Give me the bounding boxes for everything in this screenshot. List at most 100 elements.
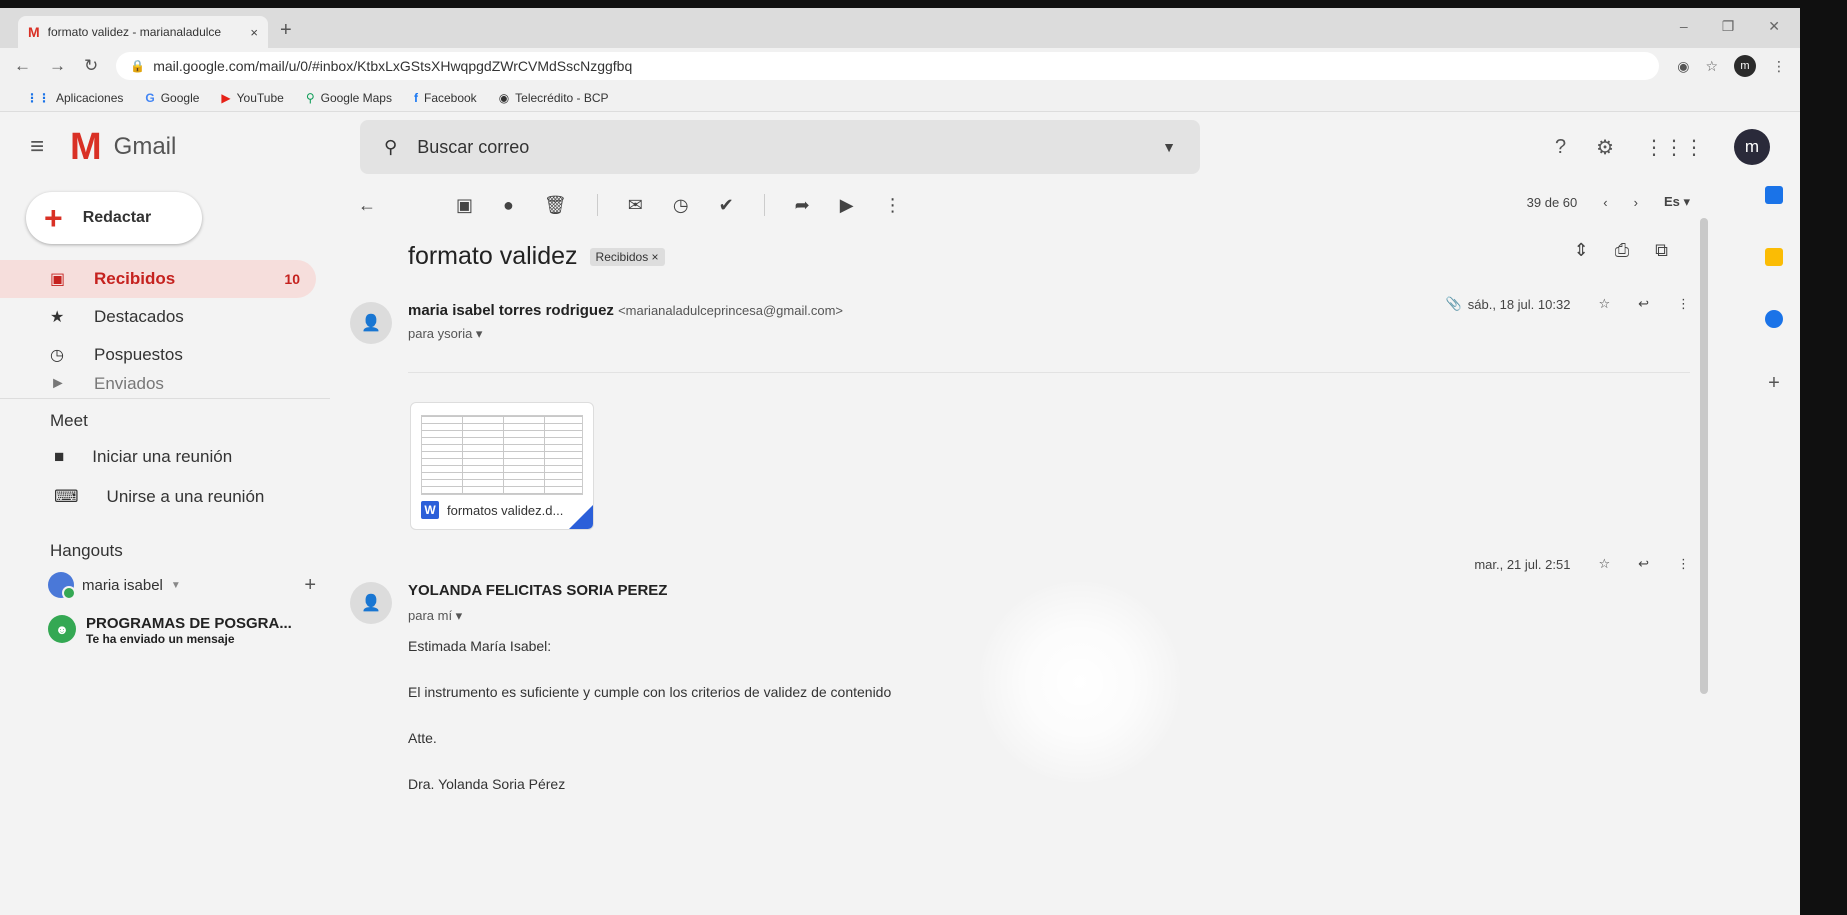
- bookmark-facebook[interactable]: f Facebook: [414, 91, 477, 105]
- meet-section-title: Meet: [50, 411, 88, 430]
- compose-button[interactable]: + Redactar: [26, 192, 202, 244]
- body-paragraph: Atte.: [408, 730, 437, 746]
- minimize-icon[interactable]: –: [1680, 18, 1688, 35]
- input-language-button[interactable]: Es ▾: [1664, 194, 1690, 210]
- collapse-all-icon[interactable]: ⇕: [1574, 240, 1589, 261]
- next-page-icon[interactable]: ›: [1634, 195, 1638, 210]
- extension-icon[interactable]: ◉: [1677, 58, 1689, 75]
- bookmark-label: Google Maps: [320, 90, 392, 105]
- bookmark-google-maps[interactable]: ⚲ Google Maps: [306, 91, 392, 105]
- calendar-icon[interactable]: [1765, 186, 1783, 204]
- meet-join-meeting[interactable]: ⌨ Unirse a una reunión: [0, 477, 330, 517]
- snooze-clock-icon[interactable]: ◷: [673, 195, 689, 216]
- sender-avatar: 👤: [350, 302, 392, 344]
- star-icon[interactable]: ☆: [1598, 296, 1610, 312]
- sidebar-item-pospuestos[interactable]: ◷ Pospuestos: [0, 336, 316, 374]
- open-new-window-icon[interactable]: ⧉: [1655, 240, 1668, 261]
- bookmark-youtube[interactable]: ▶ YouTube: [221, 91, 283, 105]
- attachment-preview: [421, 415, 583, 495]
- search-input[interactable]: [417, 136, 1143, 158]
- new-chat-plus-icon[interactable]: +: [304, 574, 316, 597]
- move-to-icon[interactable]: ➦: [795, 195, 810, 216]
- tasks-icon[interactable]: [1765, 310, 1783, 328]
- browser-menu-icon[interactable]: ⋮: [1772, 58, 1786, 75]
- bookmarks-bar: ⋮⋮ Aplicaciones G Google ▶ YouTube ⚲ Goo…: [0, 84, 1800, 112]
- new-tab-button[interactable]: +: [280, 19, 292, 42]
- gmail-logo[interactable]: M Gmail: [70, 128, 360, 166]
- more-options-icon[interactable]: ⋮: [884, 195, 902, 216]
- mark-unread-icon[interactable]: ✉: [628, 195, 643, 216]
- bookmark-apps[interactable]: ⋮⋮ Aplicaciones: [26, 91, 123, 105]
- back-to-inbox-icon[interactable]: ←: [358, 195, 376, 216]
- sidebar-item-enviados[interactable]: ► Enviados: [0, 374, 316, 394]
- prev-page-icon[interactable]: ‹: [1603, 195, 1607, 210]
- chevron-down-icon: ▼: [170, 579, 181, 591]
- sidebar: + Redactar ▣ Recibidos 10 ★ Destacados ◷…: [0, 182, 330, 915]
- more-options-icon[interactable]: ⋮: [1677, 296, 1690, 312]
- help-icon[interactable]: ?: [1555, 136, 1566, 159]
- hangouts-conversation[interactable]: ☻ PROGRAMAS DE POSGRA... Te ha enviado u…: [0, 615, 330, 646]
- url-text: mail.google.com/mail/u/0/#inbox/KtbxLxGS…: [153, 58, 633, 74]
- back-arrow-icon[interactable]: ←: [14, 56, 31, 76]
- more-options-icon[interactable]: ⋮: [1677, 556, 1690, 572]
- recipient-details[interactable]: para ysoria ▾: [408, 326, 482, 342]
- inbox-label-chip[interactable]: Recibidos ×: [589, 247, 665, 266]
- body-paragraph: Estimada María Isabel:: [408, 638, 552, 654]
- search-options-icon[interactable]: ▼: [1162, 139, 1176, 155]
- maps-pin-icon: ⚲: [305, 90, 315, 105]
- tab-title: formato validez - marianaladulce: [47, 25, 222, 39]
- compose-label: Redactar: [82, 209, 152, 226]
- account-avatar[interactable]: m: [1734, 129, 1770, 165]
- search-icon[interactable]: ⚲: [384, 137, 397, 158]
- report-spam-icon[interactable]: ●: [503, 195, 514, 216]
- message-divider: [408, 372, 1690, 373]
- attachment-clip-icon: 📎: [1445, 296, 1462, 311]
- archive-icon[interactable]: ▣: [456, 195, 473, 216]
- message-sender[interactable]: maria isabel torres rodriguez <marianala…: [408, 302, 843, 319]
- message-scrollbar[interactable]: [1700, 218, 1708, 694]
- print-icon[interactable]: ⎙: [1615, 240, 1629, 261]
- meet-item-label: Iniciar una reunión: [92, 447, 233, 466]
- profile-avatar[interactable]: m: [1734, 55, 1756, 77]
- sidebar-item-destacados[interactable]: ★ Destacados: [0, 298, 316, 336]
- forward-arrow-icon[interactable]: →: [49, 56, 66, 76]
- hangouts-user[interactable]: maria isabel ▼ +: [0, 567, 316, 603]
- apps-grid-icon[interactable]: ⋮⋮⋮: [1644, 135, 1704, 160]
- gmail-header: ≡ M Gmail ⚲ ▼ ? ⚙ ⋮⋮⋮ m: [0, 112, 1800, 182]
- bookmark-google[interactable]: G Google: [145, 91, 199, 105]
- main-menu-icon[interactable]: ≡: [30, 133, 70, 161]
- toolbar-divider: [763, 194, 765, 216]
- bookmark-label: Aplicaciones: [56, 90, 124, 105]
- pagination: 39 de 60 ‹ › Es ▾: [1527, 194, 1690, 210]
- attachment-filename: formatos validez.d...: [447, 502, 564, 518]
- attachment-card[interactable]: W formatos validez.d...: [410, 402, 594, 530]
- browser-tab-gmail[interactable]: M formato validez - marianaladulce ×: [18, 16, 268, 48]
- lock-icon: 🔒: [130, 59, 146, 73]
- reply-icon[interactable]: ↩: [1638, 556, 1649, 572]
- delete-icon[interactable]: 🗑: [544, 195, 567, 216]
- screen-glare: [980, 582, 1180, 782]
- browser-tabstrip: M formato validez - marianaladulce × + –…: [0, 8, 1800, 48]
- close-window-icon[interactable]: ✕: [1768, 18, 1780, 35]
- add-task-icon[interactable]: ✔: [719, 195, 734, 216]
- keep-icon[interactable]: [1765, 248, 1783, 266]
- reload-icon[interactable]: ↻: [84, 56, 98, 76]
- reply-icon[interactable]: ↩: [1638, 296, 1649, 312]
- bookmark-telecredito[interactable]: ◉ Telecrédito - BCP: [499, 91, 609, 105]
- restore-icon[interactable]: ❐: [1722, 18, 1735, 35]
- message-view: ← ▣ ● 🗑 ✉ ◷ ✔ ➦ ▶ ⋮ 39 de 60 ‹ › Es ▾ fo…: [330, 182, 1800, 915]
- settings-gear-icon[interactable]: ⚙: [1596, 135, 1614, 160]
- sidebar-item-recibidos[interactable]: ▣ Recibidos 10: [0, 260, 316, 298]
- add-addon-plus-icon[interactable]: +: [1768, 372, 1780, 395]
- address-bar[interactable]: 🔒 mail.google.com/mail/u/0/#inbox/KtbxLx…: [116, 52, 1660, 80]
- recipient-details[interactable]: para mí ▾: [408, 608, 462, 624]
- label-icon[interactable]: ▶: [840, 195, 854, 216]
- address-bar-actions: ◉ ☆ m ⋮: [1677, 55, 1786, 77]
- star-icon[interactable]: ☆: [1598, 556, 1610, 572]
- bookmark-star-icon[interactable]: ☆: [1705, 58, 1718, 75]
- folder-list: ▣ Recibidos 10 ★ Destacados ◷ Pospuestos…: [0, 260, 330, 394]
- meet-start-meeting[interactable]: ■ Iniciar una reunión: [0, 437, 330, 477]
- tab-close-icon[interactable]: ×: [250, 25, 258, 40]
- sender-name[interactable]: YOLANDA FELICITAS SORIA PEREZ: [408, 582, 667, 599]
- send-icon: ►: [50, 375, 66, 392]
